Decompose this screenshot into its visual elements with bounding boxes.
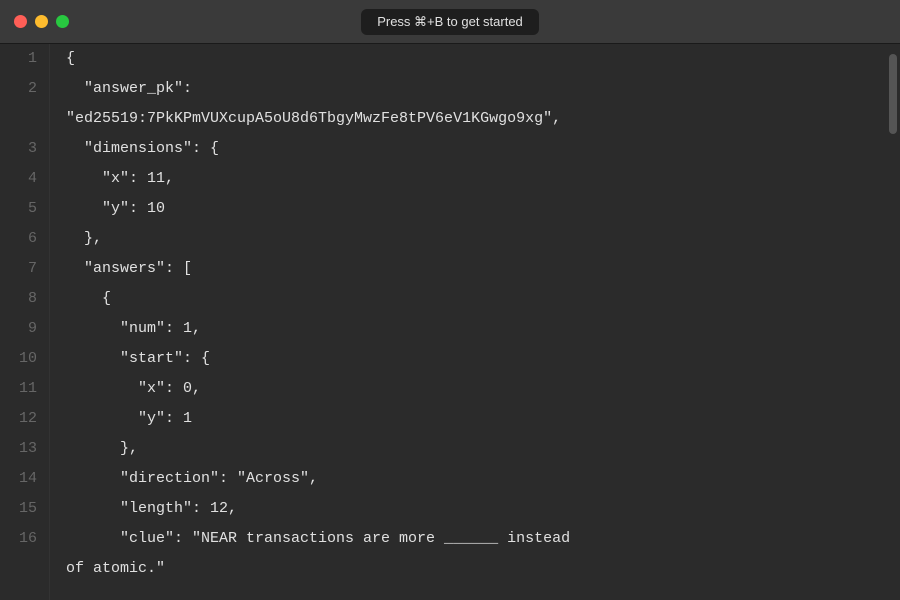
code-line-9: "num": 1, [66,314,886,344]
traffic-light-yellow[interactable] [35,15,48,28]
code-line-4: "x": 11, [66,164,886,194]
code-line-12: "y": 1 [66,404,886,434]
code-line-2: "answer_pk": [66,74,886,104]
code-line-16: "clue": "NEAR transactions are more ____… [66,524,886,554]
code-line-11: "x": 0, [66,374,886,404]
code-line-10: "start": { [66,344,886,374]
code-line-16b: of atomic." [66,554,886,584]
line-number: 8 [28,284,37,314]
line-number: 16 [19,524,37,554]
editor-container: 1 2 3 4 5 6 7 8 9 10 11 12 13 14 15 16 {… [0,44,900,600]
line-number: 4 [28,164,37,194]
code-line-13: }, [66,434,886,464]
code-line-5: "y": 10 [66,194,886,224]
line-number: 12 [19,404,37,434]
line-numbers: 1 2 3 4 5 6 7 8 9 10 11 12 13 14 15 16 [0,44,50,600]
code-line-14: "direction": "Across", [66,464,886,494]
line-number: 10 [19,344,37,374]
title-pill: Press ⌘+B to get started [361,9,539,35]
line-number: 15 [19,494,37,524]
code-line-7: "answers": [ [66,254,886,284]
code-line-8: { [66,284,886,314]
line-number: 11 [19,374,37,404]
code-line-3: "dimensions": { [66,134,886,164]
traffic-light-red[interactable] [14,15,27,28]
line-number: 6 [28,224,37,254]
line-number: 9 [28,314,37,344]
line-number: 3 [28,134,37,164]
line-number: 2 [28,74,37,104]
line-number: 7 [28,254,37,284]
line-number: 14 [19,464,37,494]
code-content[interactable]: { "answer_pk": "ed25519:7PkKPmVUXcupA5oU… [50,44,886,600]
scrollbar-thumb[interactable] [889,54,897,134]
code-line-1: { [66,44,886,74]
traffic-light-green[interactable] [56,15,69,28]
line-number: 13 [19,434,37,464]
title-bar: Press ⌘+B to get started [0,0,900,44]
code-line-15: "length": 12, [66,494,886,524]
line-number: 1 [28,44,37,74]
traffic-lights [14,15,69,28]
code-line-2b: "ed25519:7PkKPmVUXcupA5oU8d6TbgyMwzFe8tP… [66,104,886,134]
scrollbar[interactable] [886,44,900,600]
line-number: 5 [28,194,37,224]
code-line-6: }, [66,224,886,254]
